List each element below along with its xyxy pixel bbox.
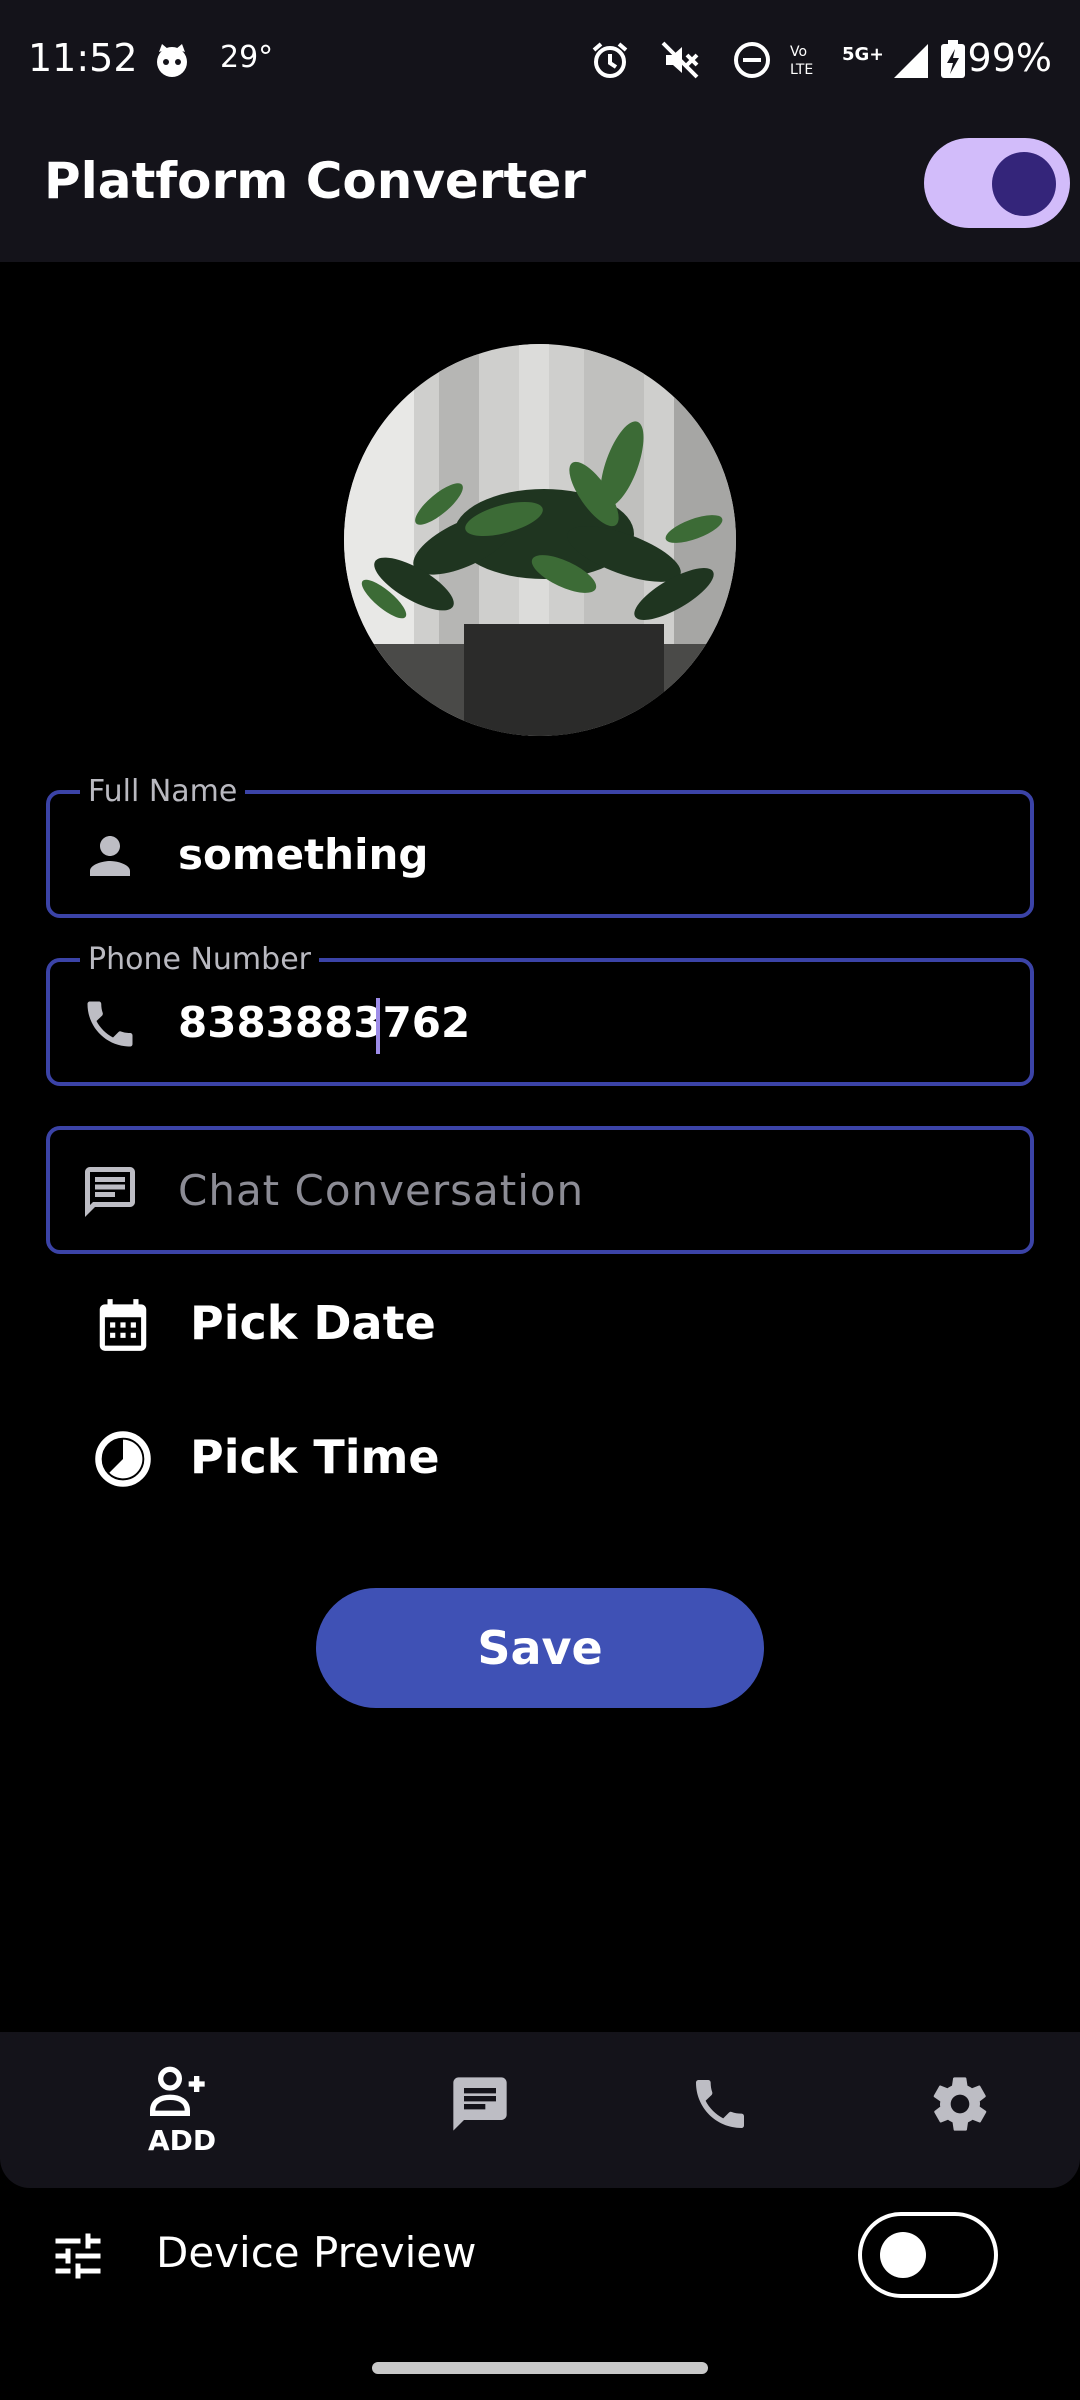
settings-icon[interactable]: [928, 2072, 992, 2136]
5g-icon: 5G+: [842, 44, 882, 65]
full-name-label: Full Name: [80, 774, 246, 809]
status-time: 11:52: [28, 36, 138, 80]
calendar-icon[interactable]: [92, 1294, 154, 1356]
person-icon: [90, 836, 130, 876]
full-name-input[interactable]: something: [178, 830, 428, 879]
phone-icon[interactable]: [688, 2072, 752, 2136]
svg-text:5G+: 5G+: [842, 44, 882, 65]
cat-face-icon: [157, 44, 187, 77]
tune-icon[interactable]: [48, 2226, 108, 2286]
gesture-bar[interactable]: [372, 2362, 708, 2374]
mute-icon: [661, 41, 699, 79]
device-preview-toggle[interactable]: [858, 2212, 998, 2298]
app-title: Platform Converter: [44, 152, 586, 210]
svg-text:LTE: LTE: [790, 62, 813, 78]
chat-icon: [85, 1167, 135, 1217]
phone-number-input[interactable]: 8383883762: [178, 998, 470, 1047]
volte-icon: Vo LTE: [790, 44, 813, 78]
chat-icon[interactable]: [448, 2072, 512, 2136]
svg-text:Vo: Vo: [790, 44, 807, 60]
chat-conversation-input[interactable]: Chat Conversation: [178, 1166, 584, 1215]
alarm-icon: [592, 42, 628, 78]
device-preview-label: Device Preview: [156, 2228, 477, 2277]
phone-icon: [87, 1001, 133, 1047]
signal-icon: [894, 44, 928, 78]
text-caret: [376, 998, 380, 1054]
avatar[interactable]: [344, 344, 736, 736]
pick-date-button[interactable]: Pick Date: [190, 1296, 436, 1350]
device-preview-toggle-knob[interactable]: [880, 2232, 926, 2278]
phone-number-label: Phone Number: [80, 942, 319, 977]
battery-charging-icon: [941, 40, 965, 78]
theme-toggle-knob[interactable]: [992, 152, 1056, 216]
pick-time-button[interactable]: Pick Time: [190, 1430, 440, 1484]
status-battery: 99%: [967, 36, 1052, 80]
avatar-photo: [344, 344, 736, 736]
clock-icon[interactable]: [92, 1428, 154, 1490]
person-add-icon[interactable]: [146, 2060, 210, 2124]
dnd-icon: [734, 42, 770, 78]
status-temperature: 29°: [220, 40, 274, 75]
save-button[interactable]: Save: [316, 1588, 764, 1708]
nav-add-label[interactable]: ADD: [148, 2124, 216, 2157]
